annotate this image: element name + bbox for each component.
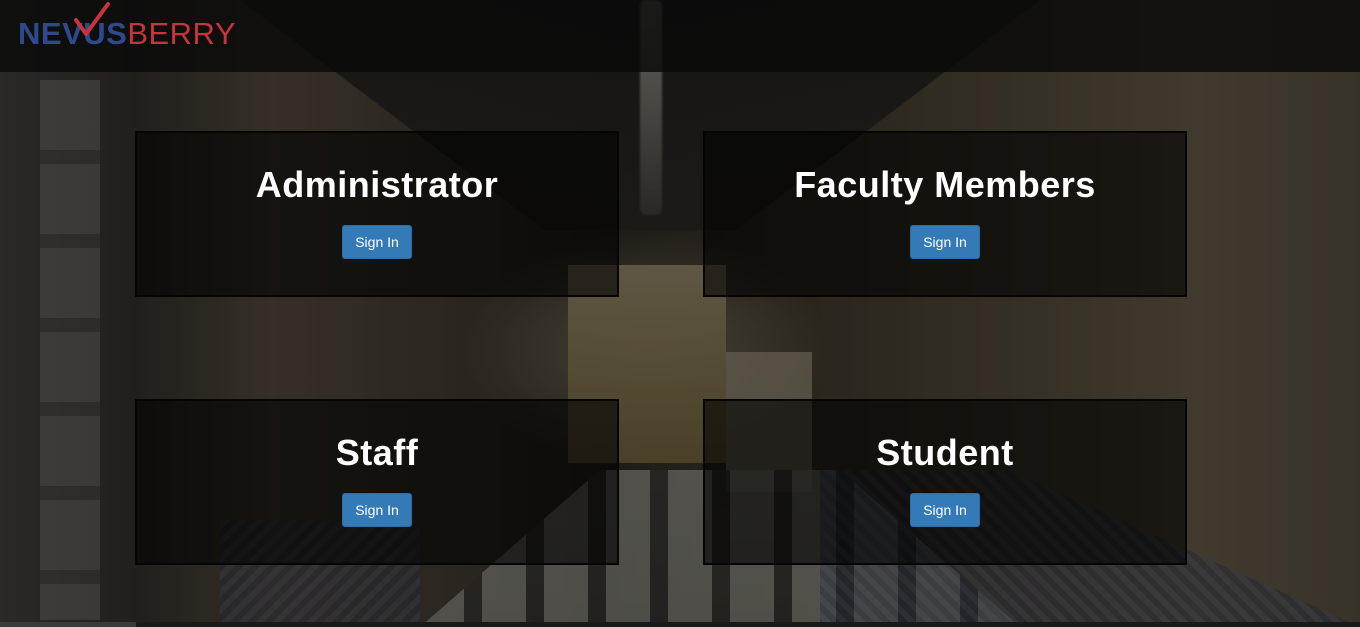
role-card-staff: Staff Sign In: [135, 399, 619, 565]
role-title-staff: Staff: [335, 432, 419, 473]
administrator-sign-in-button[interactable]: Sign In: [342, 225, 412, 259]
site-logo[interactable]: NEVUS BERRY: [18, 2, 237, 56]
role-card-administrator: Administrator Sign In: [135, 131, 619, 297]
faculty-members-sign-in-button[interactable]: Sign In: [910, 225, 980, 259]
checkmark-logo-icon: [74, 2, 110, 36]
role-title-administrator: Administrator: [255, 164, 499, 205]
top-header: NEVUS BERRY: [0, 0, 1360, 72]
horizontal-scrollbar-thumb[interactable]: [0, 622, 136, 627]
role-title-student: Student: [876, 432, 1014, 473]
role-card-faculty-members: Faculty Members Sign In: [703, 131, 1187, 297]
horizontal-scrollbar[interactable]: [0, 622, 1360, 627]
role-title-faculty-members: Faculty Members: [794, 164, 1096, 205]
staff-sign-in-button[interactable]: Sign In: [342, 493, 412, 527]
role-card-student: Student Sign In: [703, 399, 1187, 565]
logo-text-secondary: BERRY: [127, 16, 237, 51]
student-sign-in-button[interactable]: Sign In: [910, 493, 980, 527]
